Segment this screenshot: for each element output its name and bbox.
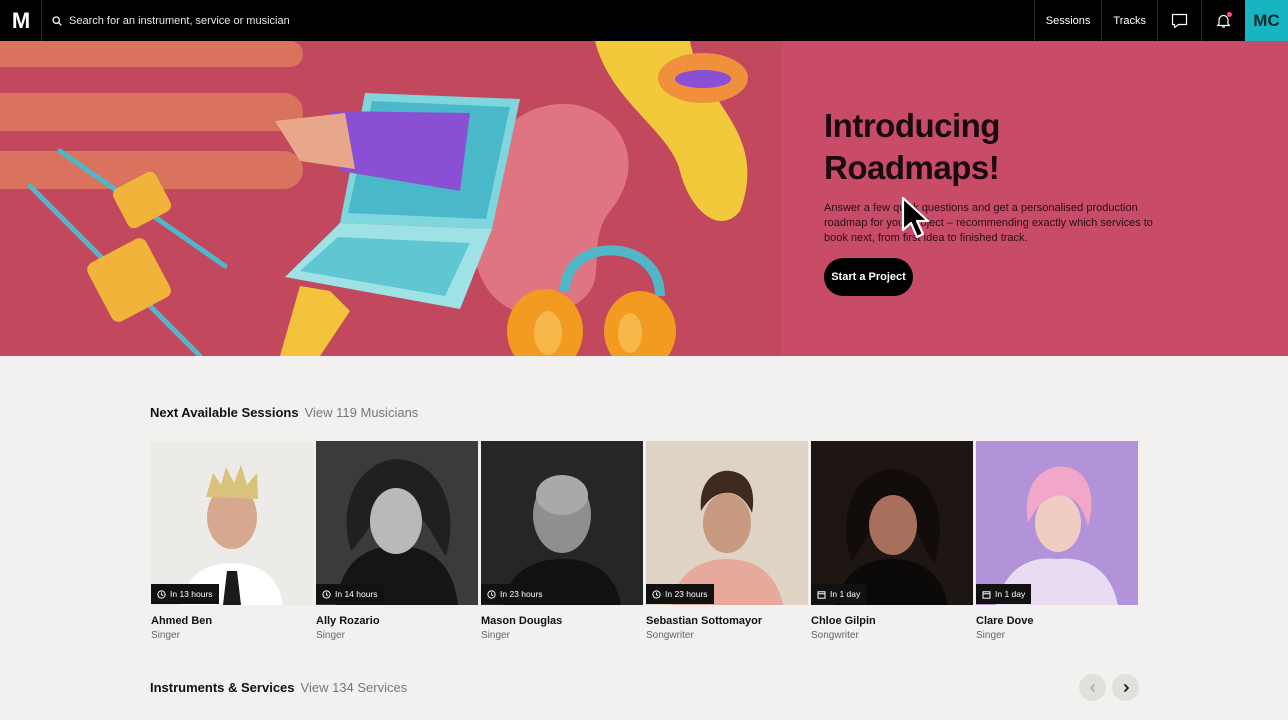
hero-banner: Introducing Roadmaps! Answer a few quick… xyxy=(0,41,1288,356)
nav-link-tracks[interactable]: Tracks xyxy=(1101,0,1157,41)
musician-card[interactable]: In 14 hours Ally Rozario Singer xyxy=(316,441,478,641)
availability-badge: In 1 day xyxy=(976,584,1032,604)
portrait-image xyxy=(976,441,1138,605)
view-services-link[interactable]: View 134 Services xyxy=(301,680,408,695)
musician-role: Singer xyxy=(481,630,510,641)
sessions-title: Next Available Sessions xyxy=(150,405,299,420)
musician-name: Ahmed Ben xyxy=(151,615,213,627)
clock-icon xyxy=(322,589,331,599)
musician-photo: In 1 day xyxy=(976,441,1138,605)
portrait-image xyxy=(316,441,478,605)
musician-card[interactable]: In 1 day Chloe Gilpin Songwriter xyxy=(811,441,973,641)
hero-title: Introducing Roadmaps! xyxy=(824,105,1154,189)
musician-role: Singer xyxy=(976,630,1005,641)
availability-badge: In 23 hours xyxy=(646,584,714,604)
musician-role: Singer xyxy=(151,630,180,641)
musician-name: Sebastian Sottomayor xyxy=(646,615,763,627)
availability-badge: In 14 hours xyxy=(316,584,384,604)
hero-illustration xyxy=(0,41,781,356)
carousel-pager xyxy=(1079,674,1139,701)
clock-icon xyxy=(487,589,496,599)
clock-icon xyxy=(157,589,166,599)
sessions-carousel: In 13 hours Ahmed Ben Singer In 14 hours… xyxy=(151,441,1138,641)
chat-icon xyxy=(1171,13,1188,28)
availability-badge: In 1 day xyxy=(811,584,867,604)
portrait-image xyxy=(646,441,808,605)
hero-description: Answer a few quick questions and get a p… xyxy=(824,202,1153,244)
search-input[interactable] xyxy=(69,14,469,27)
services-title: Instruments & Services xyxy=(150,680,295,695)
availability-text: In 23 hours xyxy=(665,589,708,599)
top-navigation: M Sessions Tracks MC xyxy=(0,0,1288,41)
notifications-button[interactable] xyxy=(1201,0,1245,41)
musician-name: Chloe Gilpin xyxy=(811,615,876,627)
musician-photo: In 1 day xyxy=(811,441,973,605)
musician-name: Ally Rozario xyxy=(316,615,380,627)
availability-badge: In 13 hours xyxy=(151,584,219,604)
musician-card[interactable]: In 23 hours Sebastian Sottomayor Songwri… xyxy=(646,441,808,641)
musician-role: Songwriter xyxy=(646,630,694,641)
calendar-icon xyxy=(982,590,991,599)
musician-photo: In 23 hours xyxy=(481,441,643,605)
mouse-cursor-icon xyxy=(901,196,930,239)
hero-title-line-2: Roadmaps! xyxy=(824,149,1000,186)
logo[interactable]: M xyxy=(0,0,42,41)
portrait-image xyxy=(811,441,973,605)
clock-icon xyxy=(652,589,661,599)
next-button[interactable] xyxy=(1112,674,1139,701)
previous-button[interactable] xyxy=(1079,674,1106,701)
sessions-header: Next Available Sessions View 119 Musicia… xyxy=(150,405,418,420)
availability-text: In 14 hours xyxy=(335,589,378,599)
services-header: Instruments & Services View 134 Services xyxy=(150,680,407,695)
musician-photo: In 14 hours xyxy=(316,441,478,605)
hero-text-block: Introducing Roadmaps! Answer a few quick… xyxy=(824,105,1154,246)
portrait-image xyxy=(151,441,313,605)
chevron-right-icon xyxy=(1123,683,1129,692)
availability-text: In 1 day xyxy=(830,589,861,599)
availability-text: In 1 day xyxy=(995,589,1026,599)
musician-card[interactable]: In 13 hours Ahmed Ben Singer xyxy=(151,441,313,641)
musician-role: Singer xyxy=(316,630,345,641)
search-bar[interactable] xyxy=(42,0,1034,41)
search-icon xyxy=(52,15,62,26)
logo-mark: M xyxy=(11,7,30,33)
messages-button[interactable] xyxy=(1157,0,1201,41)
nav-link-sessions[interactable]: Sessions xyxy=(1033,0,1102,41)
musician-role: Songwriter xyxy=(811,630,859,641)
availability-text: In 13 hours xyxy=(170,589,213,599)
availability-badge: In 23 hours xyxy=(481,584,549,604)
user-avatar[interactable]: MC xyxy=(1245,0,1288,41)
calendar-icon xyxy=(817,590,826,599)
notification-dot xyxy=(1227,12,1232,17)
musician-card[interactable]: In 1 day Clare Dove Singer xyxy=(976,441,1138,641)
musician-photo: In 23 hours xyxy=(646,441,808,605)
musician-photo: In 13 hours xyxy=(151,441,313,605)
start-project-button[interactable]: Start a Project xyxy=(824,258,913,296)
portrait-image xyxy=(481,441,643,605)
chevron-left-icon xyxy=(1089,683,1095,692)
hero-title-line-1: Introducing xyxy=(824,107,1000,144)
musician-name: Mason Douglas xyxy=(481,615,563,627)
musician-name: Clare Dove xyxy=(976,615,1034,627)
view-musicians-link[interactable]: View 119 Musicians xyxy=(305,405,419,420)
availability-text: In 23 hours xyxy=(500,589,543,599)
musician-card[interactable]: In 23 hours Mason Douglas Singer xyxy=(481,441,643,641)
